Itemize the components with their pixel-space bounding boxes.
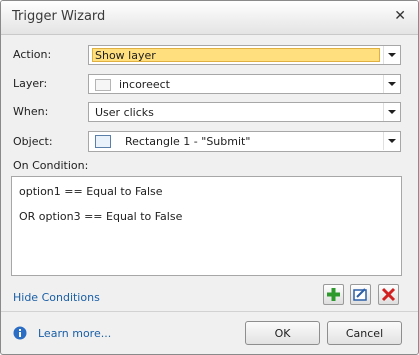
- learn-more-link[interactable]: Learn more...: [38, 327, 111, 340]
- plus-icon: [327, 288, 340, 301]
- action-selected-highlight: Show layer: [92, 48, 380, 62]
- edit-condition-button[interactable]: [350, 284, 371, 305]
- action-label: Action:: [13, 48, 52, 61]
- layer-label: Layer:: [13, 77, 48, 90]
- hide-conditions-link[interactable]: Hide Conditions: [13, 291, 100, 304]
- when-value: User clicks: [95, 106, 154, 119]
- ok-button[interactable]: OK: [245, 321, 320, 345]
- object-dropdown[interactable]: Rectangle 1 - "Submit": [88, 131, 401, 152]
- on-condition-label: On Condition:: [13, 159, 89, 172]
- trigger-wizard-dialog: Trigger Wizard ✕ Action: Show layer Laye…: [0, 0, 419, 355]
- condition-item[interactable]: option1 == Equal to False: [19, 185, 163, 198]
- edit-icon: [353, 288, 367, 301]
- chevron-down-icon[interactable]: [383, 132, 400, 150]
- condition-item[interactable]: OR option3 == Equal to False: [19, 210, 182, 223]
- layer-dropdown[interactable]: incoreect: [88, 74, 401, 94]
- conditions-list[interactable]: option1 == Equal to False OR option3 == …: [11, 176, 402, 276]
- object-value: Rectangle 1 - "Submit": [125, 135, 251, 148]
- close-icon[interactable]: ✕: [394, 8, 406, 24]
- action-value: Show layer: [95, 49, 156, 62]
- action-dropdown[interactable]: Show layer: [88, 45, 401, 65]
- delete-condition-button[interactable]: [378, 284, 399, 305]
- delete-icon: [381, 287, 396, 302]
- chevron-down-icon[interactable]: [383, 75, 400, 93]
- footer-divider: [1, 311, 418, 312]
- add-condition-button[interactable]: [323, 284, 344, 305]
- chevron-down-icon[interactable]: [383, 103, 400, 121]
- cancel-button[interactable]: Cancel: [327, 321, 402, 345]
- dialog-title: Trigger Wizard: [12, 9, 106, 24]
- info-icon: [13, 326, 27, 340]
- rectangle-icon: [95, 135, 111, 148]
- layer-icon: [95, 79, 111, 91]
- layer-value: incoreect: [119, 78, 170, 91]
- object-label: Object:: [13, 135, 53, 148]
- chevron-down-icon[interactable]: [383, 46, 400, 64]
- when-label: When:: [13, 105, 49, 118]
- title-bar: Trigger Wizard ✕: [1, 1, 418, 35]
- when-dropdown[interactable]: User clicks: [88, 102, 401, 122]
